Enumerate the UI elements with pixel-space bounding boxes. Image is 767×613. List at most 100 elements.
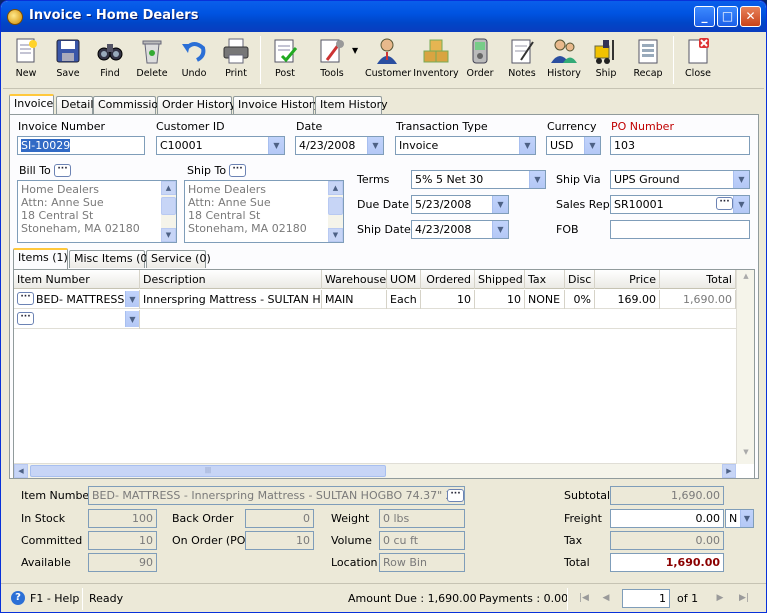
scroll-right-icon[interactable]: ▶	[722, 464, 736, 478]
chevron-down-icon[interactable]: ▼	[492, 196, 508, 213]
table-row[interactable]: BED- MATTRESS ··· ▼ Innerspring Mattress…	[14, 290, 736, 309]
chevron-down-icon[interactable]: ▼	[529, 171, 545, 188]
col-price[interactable]: Price	[595, 270, 660, 289]
col-shipped[interactable]: Shipped	[475, 270, 525, 289]
col-uom[interactable]: UOM	[387, 270, 421, 289]
tab-invoice[interactable]: Invoice	[9, 94, 54, 115]
chevron-down-icon[interactable]: ▼	[367, 137, 383, 154]
cell-warehouse[interactable]: MAIN	[322, 290, 387, 309]
bill-to-scrollbar[interactable]: ▲ ▼	[161, 181, 176, 242]
tab-invoice-history[interactable]: Invoice History	[233, 96, 320, 114]
save-button[interactable]: Save	[47, 34, 89, 86]
last-record-icon[interactable]: ▶|	[736, 590, 752, 606]
date-picker[interactable]: 4/23/2008 ▼	[295, 136, 384, 155]
cell-shipped[interactable]: 10	[475, 290, 525, 309]
undo-button[interactable]: Undo	[173, 34, 215, 86]
sales-rep-lookup-button[interactable]: ···	[716, 197, 733, 210]
scroll-thumb[interactable]: |||	[30, 465, 386, 477]
grid-vertical-scrollbar[interactable]: ▲ ▼	[736, 270, 754, 464]
due-date-picker[interactable]: 5/23/2008 ▼	[411, 195, 509, 214]
delete-button[interactable]: Delete	[131, 34, 173, 86]
tab-items[interactable]: Items (1)	[13, 248, 68, 269]
help-icon[interactable]: ?	[11, 591, 25, 605]
history-button[interactable]: History	[543, 34, 585, 86]
ship-to-scrollbar[interactable]: ▲ ▼	[328, 181, 343, 242]
currency-combo[interactable]: USD ▼	[546, 136, 601, 155]
maximize-button[interactable]: □	[717, 6, 738, 27]
close-window-button[interactable]: ✕	[740, 6, 761, 27]
chevron-down-icon[interactable]: ▼	[125, 291, 139, 307]
item-lookup-button[interactable]: ···	[17, 292, 34, 305]
freight-field[interactable]: 0.00	[610, 509, 724, 528]
scroll-left-icon[interactable]: ◀	[14, 464, 28, 478]
order-button[interactable]: Order	[459, 34, 501, 86]
previous-record-icon[interactable]: ◀	[598, 590, 614, 606]
po-number-field[interactable]: 103	[610, 136, 750, 155]
tab-service[interactable]: Service (0)	[146, 250, 211, 268]
recap-button[interactable]: Recap	[627, 34, 669, 86]
ship-button[interactable]: Ship	[585, 34, 627, 86]
ship-via-combo[interactable]: UPS Ground ▼	[610, 170, 750, 189]
cell-item-number-new[interactable]: ··· ▼	[14, 310, 140, 329]
post-button[interactable]: Post	[264, 34, 306, 86]
sales-rep-combo[interactable]: SR10001 ··· ▼	[610, 195, 750, 214]
bill-to-address[interactable]: Home Dealers Attn: Anne Sue 18 Central S…	[17, 180, 177, 243]
cell-disc[interactable]: 0%	[565, 290, 595, 309]
transaction-type-combo[interactable]: Invoice ▼	[395, 136, 536, 155]
print-button[interactable]: Print	[215, 34, 257, 86]
item-lookup-button[interactable]: ···	[17, 312, 34, 325]
chevron-down-icon[interactable]: ▼	[733, 196, 749, 213]
bill-to-lookup-button[interactable]: ···	[54, 164, 71, 177]
chevron-down-icon[interactable]: ▼	[125, 311, 139, 327]
terms-combo[interactable]: 5% 5 Net 30 ▼	[411, 170, 546, 189]
ship-to-address[interactable]: Home Dealers Attn: Anne Sue 18 Central S…	[184, 180, 344, 243]
page-number-input[interactable]: 1	[622, 589, 670, 608]
cell-item-number[interactable]: BED- MATTRESS ··· ▼	[14, 290, 140, 309]
tools-dropdown-icon[interactable]: ▼	[352, 46, 358, 55]
next-record-icon[interactable]: ▶	[712, 590, 728, 606]
tab-detail[interactable]: Detail	[56, 96, 93, 114]
scroll-up-icon[interactable]: ▲	[739, 272, 753, 286]
tab-order-history[interactable]: Order History	[157, 96, 236, 114]
notes-button[interactable]: Notes	[501, 34, 543, 86]
ship-to-lookup-button[interactable]: ···	[229, 164, 246, 177]
tab-misc-items[interactable]: Misc Items (0)	[69, 250, 152, 268]
col-total[interactable]: Total	[660, 270, 736, 289]
col-ordered[interactable]: Ordered	[421, 270, 475, 289]
col-description[interactable]: Description	[140, 270, 322, 289]
col-tax[interactable]: Tax	[525, 270, 565, 289]
col-warehouse[interactable]: Warehouse	[322, 270, 387, 289]
fob-field[interactable]	[610, 220, 750, 239]
col-item-number[interactable]: Item Number	[14, 270, 140, 289]
find-button[interactable]: Find	[89, 34, 131, 86]
chevron-down-icon[interactable]: ▼	[733, 171, 749, 188]
invoice-number-field[interactable]: SI-10029	[17, 136, 145, 155]
cell-ordered[interactable]: 10	[421, 290, 475, 309]
col-disc[interactable]: Disc	[565, 270, 595, 289]
customer-id-combo[interactable]: C10001 ▼	[156, 136, 285, 155]
item-detail-button[interactable]: ···	[447, 489, 464, 502]
new-button[interactable]: New	[5, 34, 47, 86]
chevron-down-icon[interactable]: ▼	[268, 137, 284, 154]
tab-commission[interactable]: Commission	[93, 96, 165, 114]
customer-button[interactable]: Customer	[365, 34, 411, 86]
minimize-button[interactable]: _	[694, 6, 715, 27]
cell-description[interactable]: Innerspring Mattress - SULTAN HOGE	[140, 290, 322, 309]
first-record-icon[interactable]: |◀	[576, 590, 592, 606]
inventory-button[interactable]: Inventory	[413, 34, 459, 86]
table-row-new[interactable]: ··· ▼	[14, 310, 736, 329]
close-button[interactable]: Close	[677, 34, 719, 86]
scroll-down-icon[interactable]: ▼	[739, 448, 753, 462]
cell-tax[interactable]: NONE	[525, 290, 565, 309]
tools-button[interactable]: Tools ▼	[306, 34, 358, 86]
chevron-down-icon[interactable]: ▼	[584, 137, 600, 154]
freight-flag-combo[interactable]: N ▼	[725, 509, 754, 528]
cell-uom[interactable]: Each	[387, 290, 421, 309]
tab-item-history[interactable]: Item History	[315, 96, 388, 114]
grid-horizontal-scrollbar[interactable]: ◀ ||| ▶	[14, 463, 736, 478]
chevron-down-icon[interactable]: ▼	[519, 137, 535, 154]
item-number-summary[interactable]: BED- MATTRESS - Innerspring Mattress - S…	[88, 486, 465, 505]
cell-price[interactable]: 169.00	[595, 290, 660, 309]
chevron-down-icon[interactable]: ▼	[492, 221, 508, 238]
help-hint[interactable]: F1 - Help	[30, 592, 79, 605]
